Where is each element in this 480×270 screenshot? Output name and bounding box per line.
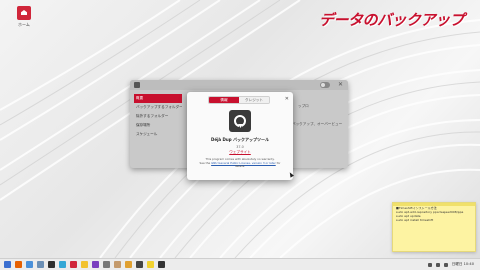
network-icon[interactable] (427, 262, 432, 267)
close-icon[interactable]: ✕ (285, 96, 289, 102)
taskbar: 日曜日 10:40 (0, 258, 480, 270)
about-tabs: 情報 クレジット (208, 96, 270, 104)
backup-icon[interactable] (158, 261, 165, 268)
app-name: Déjà Dup バックアップツール (211, 137, 269, 142)
website-link[interactable]: ウェブサイト (187, 150, 293, 155)
image-icon[interactable] (114, 261, 121, 268)
store-icon[interactable] (92, 261, 99, 268)
taskbar-launchers (0, 261, 165, 268)
title-banner: データのバックアップ (318, 11, 465, 29)
sticky-note: ■Timeshiftインストール方法 sudo apt-add-reposito… (392, 202, 476, 252)
sidebar-item-storage-location[interactable]: 保存場所 (134, 121, 182, 130)
settings-text: ップロ (298, 104, 309, 108)
window-titlebar: ✕ (130, 80, 348, 90)
files-icon[interactable] (26, 261, 33, 268)
license-line-2: See the GNU General Public License, vers… (195, 160, 285, 169)
record-icon[interactable] (70, 261, 77, 268)
settings-text: バックアップ、オーバービュー (292, 122, 343, 126)
folder-icon[interactable] (37, 261, 44, 268)
volume-icon[interactable] (435, 262, 440, 267)
sidebar-item-folders-to-save[interactable]: バックアップするフォルダー (134, 103, 182, 112)
firefox-icon[interactable] (15, 261, 22, 268)
system-tray: 日曜日 10:40 (427, 262, 480, 267)
auto-backup-toggle[interactable] (320, 82, 330, 88)
sidebar-item-folders-to-ignore[interactable]: 除外するフォルダー (134, 112, 182, 121)
software-icon[interactable] (59, 261, 66, 268)
music-icon[interactable] (125, 261, 132, 268)
menu-icon[interactable] (4, 261, 11, 268)
clock[interactable]: 日曜日 10:40 (452, 262, 474, 267)
about-dialog: 情報 クレジット ✕ Déjà Dup バックアップツール 37.0 ウェブサイ… (187, 92, 293, 180)
home-folder-icon (17, 6, 31, 20)
license-text: This program comes with absolutely no wa… (195, 157, 285, 169)
app-menu-icon[interactable] (134, 82, 140, 88)
settings-icon[interactable] (103, 261, 110, 268)
battery-icon[interactable] (443, 262, 448, 267)
home-folder-desktop-icon[interactable]: ホーム (12, 6, 36, 28)
app-version: 37.0 (236, 145, 244, 149)
calendar-icon[interactable] (136, 261, 143, 268)
sidebar-item-scheduling[interactable]: スケジュール (134, 130, 182, 139)
deja-dup-logo-icon (229, 110, 251, 132)
tab-credits[interactable]: クレジット (239, 97, 269, 103)
close-icon[interactable]: ✕ (338, 81, 343, 88)
sidebar-item-overview[interactable]: 概要 (134, 94, 182, 103)
tab-about[interactable]: 情報 (209, 97, 239, 103)
settings-sidebar: 概要 バックアップするフォルダー 除外するフォルダー 保存場所 スケジュール (134, 94, 182, 139)
notes-icon[interactable] (81, 261, 88, 268)
note-line: sudo apt install timeshift (396, 218, 434, 222)
desktop-icon-label: ホーム (18, 22, 30, 27)
terminal-icon[interactable] (48, 261, 55, 268)
license-prefix: See the (199, 160, 212, 165)
sticky-icon[interactable] (147, 261, 154, 268)
